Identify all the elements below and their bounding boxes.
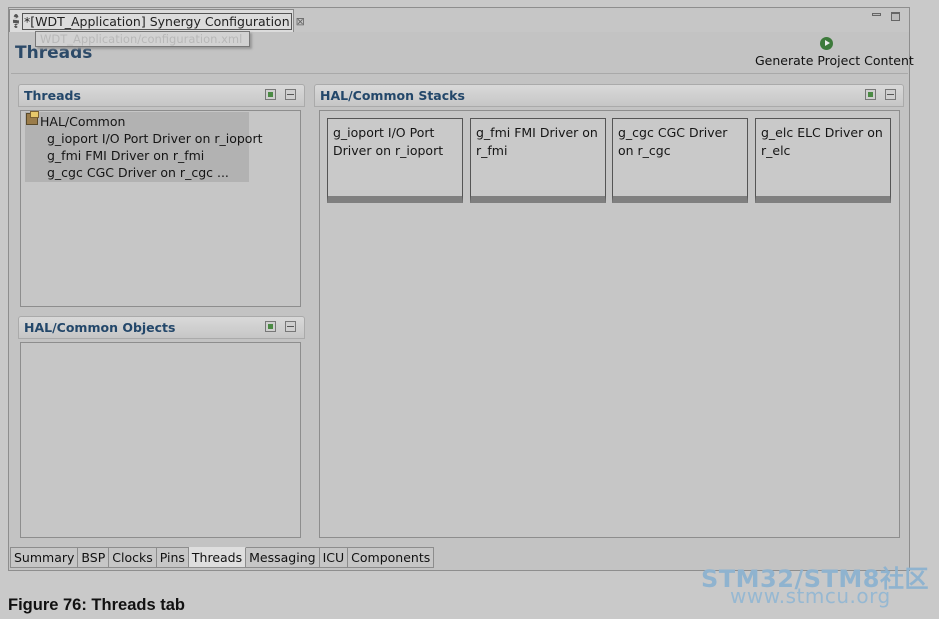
tree-root-hal-common[interactable]: HAL/Common	[40, 113, 125, 130]
tab-components[interactable]: Components	[348, 547, 435, 568]
generate-project-content-button[interactable]: Generate Project Content	[755, 53, 914, 69]
stacks-panel-title: HAL/Common Stacks	[320, 88, 465, 103]
configuration-tabs: Summary BSP Clocks Pins Threads Messagin…	[10, 547, 435, 568]
figure-caption: Figure 76: Threads tab	[8, 596, 185, 614]
add-thread-icon[interactable]	[265, 89, 276, 100]
tree-item-ioport[interactable]: g_ioport I/O Port Driver on r_ioport	[47, 130, 262, 147]
objects-list[interactable]	[20, 342, 301, 538]
remove-stack-icon[interactable]	[885, 89, 896, 100]
tab-bsp[interactable]: BSP	[78, 547, 110, 568]
close-icon[interactable]: ⊠	[296, 15, 305, 28]
remove-object-icon[interactable]	[285, 321, 296, 332]
gear-icon	[13, 14, 19, 28]
objects-panel-title: HAL/Common Objects	[24, 320, 176, 335]
threads-panel-title: Threads	[24, 88, 81, 103]
tab-icu[interactable]: ICU	[319, 547, 349, 568]
tab-summary[interactable]: Summary	[10, 547, 79, 568]
tab-clocks[interactable]: Clocks	[109, 547, 157, 568]
folder-icon	[26, 111, 39, 125]
tree-item-cgc[interactable]: g_cgc CGC Driver on r_cgc ...	[47, 164, 229, 181]
stack-card-fmi[interactable]: g_fmi FMI Driver on r_fmi	[470, 118, 606, 203]
add-stack-icon[interactable]	[865, 89, 876, 100]
tab-pins[interactable]: Pins	[156, 547, 189, 568]
watermark-url: www.stmcu.org	[730, 584, 891, 608]
stack-card-cgc[interactable]: g_cgc CGC Driver on r_cgc	[612, 118, 748, 203]
editor-tab-title[interactable]: *[WDT_Application] Synergy Configuration	[22, 12, 292, 30]
stack-card-ioport[interactable]: g_ioport I/O Port Driver on r_ioport	[327, 118, 463, 203]
minimize-icon[interactable]	[872, 13, 881, 16]
tab-messaging[interactable]: Messaging	[246, 547, 320, 568]
add-object-icon[interactable]	[265, 321, 276, 332]
tab-threads[interactable]: Threads	[188, 547, 247, 568]
editor-tab-tooltip: WDT_Application/configuration.xml	[35, 31, 250, 47]
objects-panel-header: HAL/Common Objects	[18, 316, 305, 339]
stacks-panel-header: HAL/Common Stacks	[314, 84, 904, 107]
run-icon[interactable]	[820, 37, 833, 50]
header-divider	[11, 73, 908, 74]
threads-panel-header: Threads	[18, 84, 305, 107]
tree-item-fmi[interactable]: g_fmi FMI Driver on r_fmi	[47, 147, 204, 164]
remove-thread-icon[interactable]	[285, 89, 296, 100]
maximize-icon[interactable]	[891, 12, 900, 21]
stack-card-elc[interactable]: g_elc ELC Driver on r_elc	[755, 118, 891, 203]
editor-tab[interactable]: *[WDT_Application] Synergy Configuration…	[9, 9, 305, 32]
